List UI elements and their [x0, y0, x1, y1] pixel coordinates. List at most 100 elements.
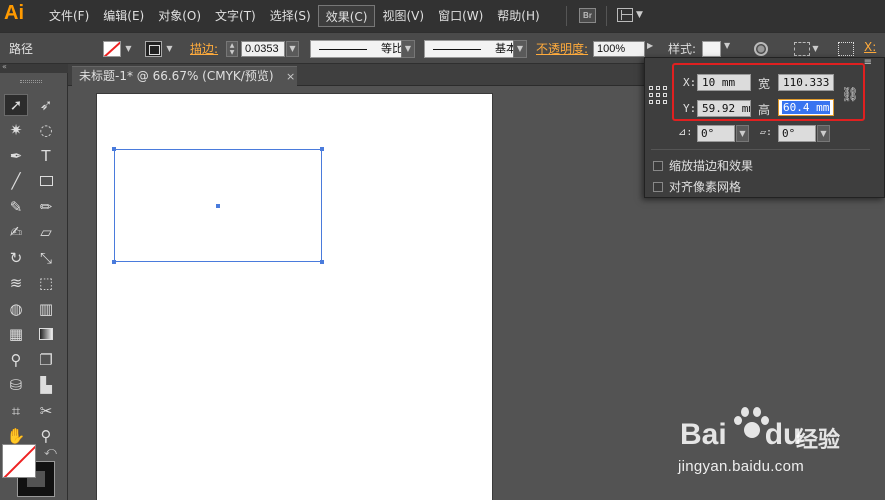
- mesh-tool-icon[interactable]: ▦: [4, 323, 28, 345]
- arrange-documents-icon[interactable]: [617, 8, 633, 22]
- menu-effect[interactable]: 效果(C): [317, 5, 376, 27]
- menu-view[interactable]: 视图(V): [375, 5, 431, 27]
- column-graph-tool-icon[interactable]: ▙: [34, 374, 58, 396]
- bridge-icon[interactable]: Br: [579, 8, 596, 23]
- stroke-profile-select[interactable]: 等比: [310, 40, 410, 58]
- fill-color-box[interactable]: [2, 444, 36, 478]
- x-coordinate-label[interactable]: X:: [864, 40, 876, 54]
- rotate-dropdown-icon[interactable]: ▼: [736, 125, 749, 142]
- rotate-angle-input[interactable]: 0°: [697, 125, 735, 142]
- width-tool-icon[interactable]: ≋: [4, 272, 28, 294]
- width-input[interactable]: 110.333: [778, 74, 834, 91]
- slice-tool-icon[interactable]: ✂: [34, 400, 58, 422]
- paintbrush-tool-icon[interactable]: ✎: [4, 196, 28, 218]
- stroke-weight-dropdown[interactable]: ▼: [286, 41, 299, 57]
- selection-handle[interactable]: [320, 147, 324, 151]
- selection-tool-icon[interactable]: ➚: [4, 94, 28, 116]
- blob-brush-tool-icon[interactable]: ✍: [4, 221, 28, 243]
- tools-panel-header[interactable]: «: [0, 62, 68, 73]
- type-tool-icon[interactable]: T: [34, 145, 58, 167]
- x-position-input[interactable]: 10 mm: [697, 74, 751, 91]
- menu-items: 文件(F) 编辑(E) 对象(O) 文字(T) 选择(S) 效果(C) 视图(V…: [42, 0, 547, 32]
- scale-strokes-label: 缩放描边和效果: [669, 159, 754, 173]
- stroke-profile-dropdown[interactable]: ▼: [401, 40, 415, 58]
- app-logo: Ai: [4, 2, 24, 24]
- y-label: Y:: [683, 102, 697, 115]
- menu-file[interactable]: 文件(F): [42, 5, 96, 27]
- reference-point-locator-icon[interactable]: [649, 86, 669, 106]
- shear-dropdown-icon[interactable]: ▼: [817, 125, 830, 142]
- chevron-down-icon[interactable]: ▼: [636, 10, 643, 20]
- scale-strokes-row[interactable]: 缩放描边和效果: [653, 157, 753, 174]
- pencil-tool-icon[interactable]: ✏: [34, 196, 58, 218]
- stroke-weight-input[interactable]: 0.0353: [241, 41, 285, 57]
- x-label: X:: [683, 76, 697, 89]
- brush-line-preview: [433, 49, 481, 50]
- menu-type[interactable]: 文字(T): [208, 5, 263, 27]
- eyedropper-tool-icon[interactable]: ⚲: [4, 349, 28, 371]
- panel-divider: [651, 149, 870, 150]
- stroke-dropdown-icon[interactable]: ▼: [164, 41, 175, 57]
- tools-panel: « ➚ ➶ ✷ ◌ ✒ T ╱ ✎ ✏ ✍ ▱ ↻ ⤡ ≋ ⬚ ◍ ▥ ▦ ⚲ …: [0, 62, 68, 500]
- rectangle-tool-icon[interactable]: [34, 170, 58, 192]
- swap-fill-stroke-icon[interactable]: ⤺: [44, 444, 57, 459]
- magic-wand-tool-icon[interactable]: ✷: [4, 119, 28, 141]
- brush-profile-dropdown[interactable]: ▼: [513, 40, 527, 58]
- graphic-style-dropdown-icon[interactable]: ▼: [724, 41, 730, 50]
- menu-window[interactable]: 窗口(W): [431, 5, 490, 27]
- shape-builder-tool-icon[interactable]: ◍: [4, 298, 28, 320]
- pen-tool-icon[interactable]: ✒: [4, 145, 28, 167]
- fill-swatch[interactable]: [103, 41, 121, 57]
- baidu-jingyan-watermark: Bai du 经验 jingyan.baidu.com: [676, 404, 866, 484]
- panel-grip[interactable]: [20, 80, 42, 83]
- selection-handle[interactable]: [112, 147, 116, 151]
- rotate-tool-icon[interactable]: ↻: [4, 247, 28, 269]
- menu-help[interactable]: 帮助(H): [490, 5, 546, 27]
- align-selection-icon[interactable]: [794, 42, 810, 56]
- menu-edit[interactable]: 编辑(E): [96, 5, 151, 27]
- opacity-label[interactable]: 不透明度:: [536, 40, 588, 57]
- menu-separator: [566, 6, 567, 26]
- selection-handle[interactable]: [112, 260, 116, 264]
- rotate-icon: ⊿:: [678, 127, 693, 138]
- menu-select[interactable]: 选择(S): [263, 5, 318, 27]
- reference-point-icon[interactable]: [838, 42, 854, 56]
- perspective-grid-tool-icon[interactable]: ▥: [34, 298, 58, 320]
- graphic-style-swatch[interactable]: [702, 41, 721, 57]
- direct-selection-tool-icon[interactable]: ➶: [34, 94, 58, 116]
- selection-handle[interactable]: [320, 260, 324, 264]
- document-tab[interactable]: 未标题-1* @ 66.67% (CMYK/预览) ×: [72, 66, 297, 86]
- shear-angle-input[interactable]: 0°: [778, 125, 816, 142]
- watermark-url: jingyan.baidu.com: [678, 458, 805, 475]
- close-icon[interactable]: ×: [286, 67, 295, 86]
- align-dropdown-icon[interactable]: ▼: [810, 41, 821, 57]
- free-transform-tool-icon[interactable]: ⬚: [34, 272, 58, 294]
- blend-tool-icon[interactable]: ❐: [34, 349, 58, 371]
- gradient-tool-icon[interactable]: [34, 323, 58, 345]
- stroke-swatch[interactable]: [145, 41, 162, 57]
- profile-line-preview: [319, 49, 367, 50]
- scale-strokes-checkbox[interactable]: [653, 160, 663, 171]
- height-input[interactable]: 60.4 mm: [778, 99, 834, 116]
- width-label: 宽: [758, 77, 771, 91]
- lasso-tool-icon[interactable]: ◌: [34, 119, 58, 141]
- eraser-tool-icon[interactable]: ▱: [34, 221, 58, 243]
- stroke-label[interactable]: 描边:: [190, 40, 218, 57]
- stroke-weight-stepper[interactable]: ▲ ▼: [226, 41, 238, 57]
- stroke-profile-label: 等比: [381, 42, 403, 55]
- y-position-input[interactable]: 59.92 mm: [697, 100, 751, 117]
- opacity-input[interactable]: 100%: [593, 41, 645, 57]
- recolor-artwork-icon[interactable]: [754, 42, 768, 56]
- opacity-dropdown-icon[interactable]: ▶: [647, 41, 653, 50]
- fill-dropdown-icon[interactable]: ▼: [123, 41, 134, 57]
- artboard-tool-icon[interactable]: ⌗: [4, 400, 28, 422]
- menu-object[interactable]: 对象(O): [151, 5, 208, 27]
- line-segment-tool-icon[interactable]: ╱: [4, 170, 28, 192]
- align-pixel-grid-checkbox[interactable]: [653, 181, 663, 192]
- brush-profile-select[interactable]: 基本: [424, 40, 524, 58]
- collapse-chevron-icon[interactable]: «: [2, 62, 7, 71]
- symbol-sprayer-tool-icon[interactable]: ⛁: [4, 374, 28, 396]
- constrain-proportions-link-icon[interactable]: ⛓: [841, 87, 859, 105]
- scale-tool-icon[interactable]: ⤡: [34, 247, 58, 269]
- align-pixel-grid-row[interactable]: 对齐像素网格: [653, 178, 741, 195]
